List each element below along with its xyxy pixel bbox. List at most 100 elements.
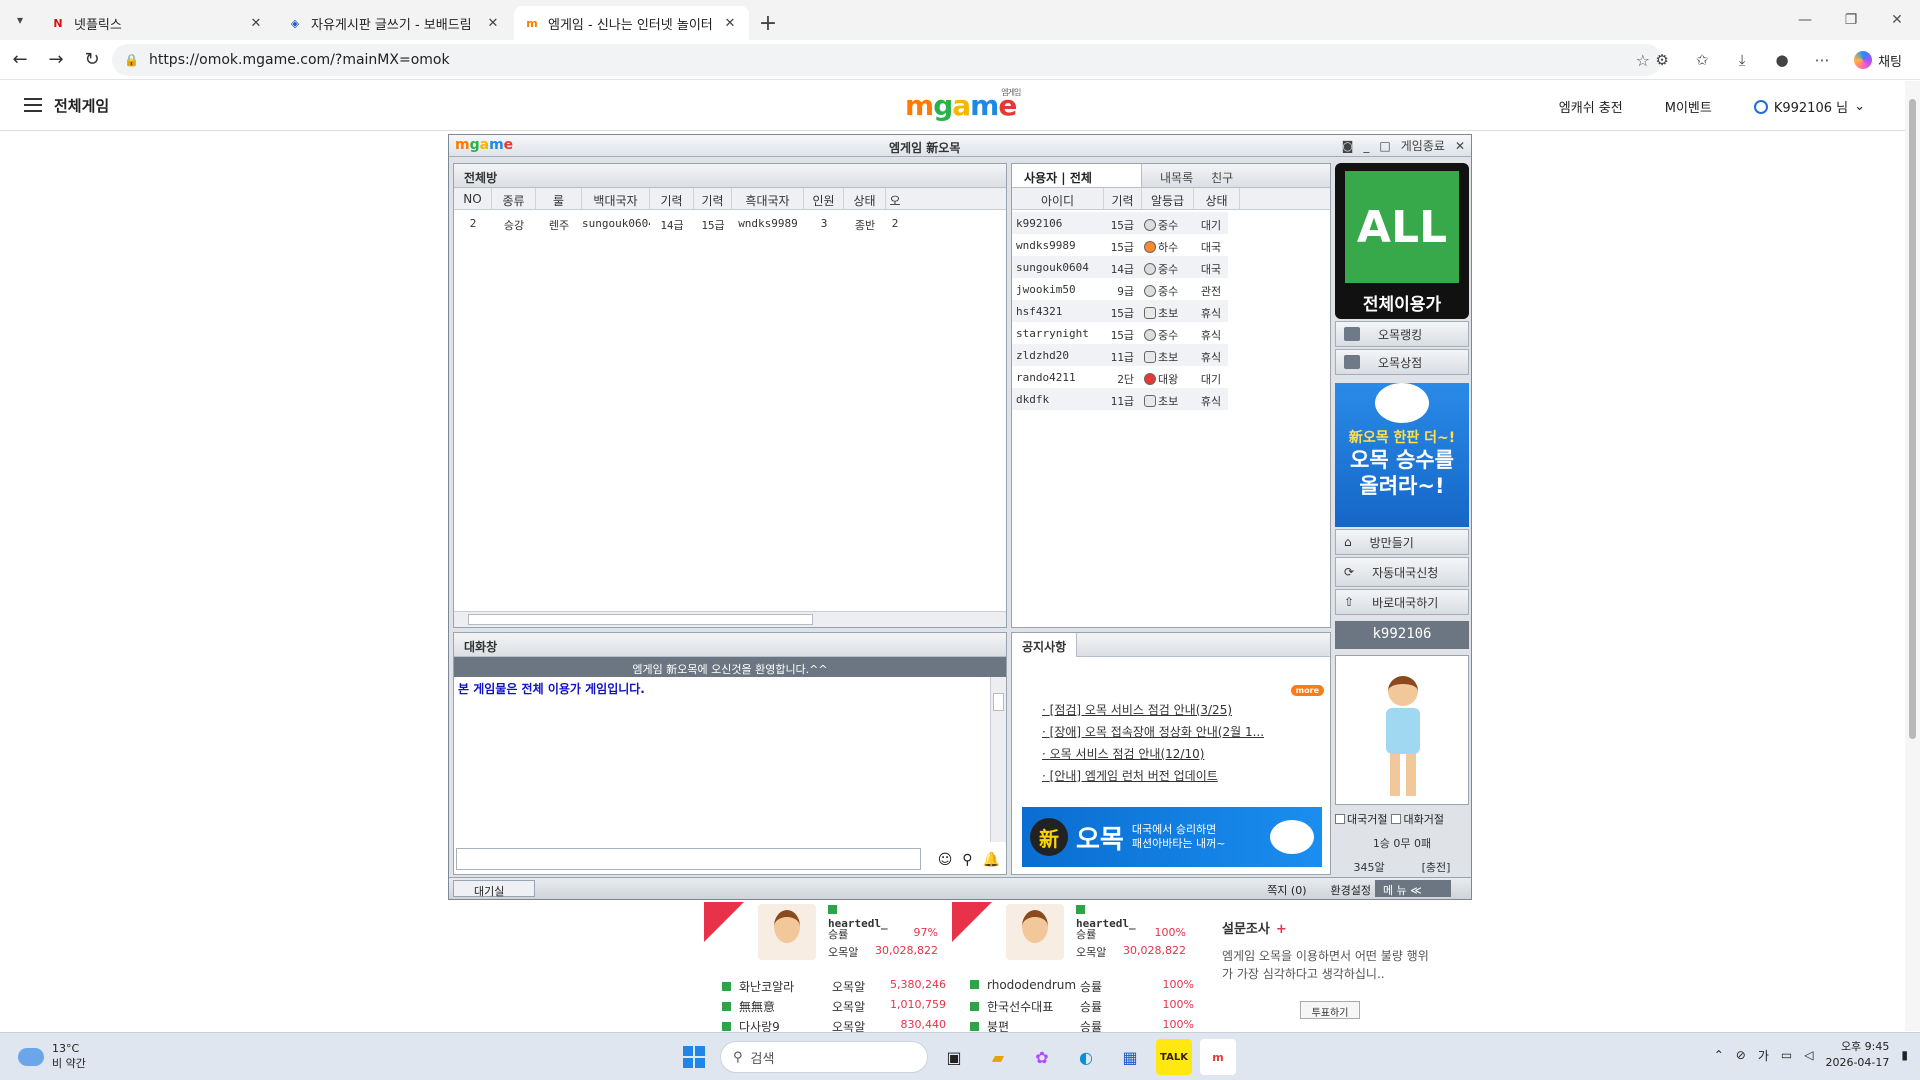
omok-ranking-button[interactable]: 오목랭킹 [1335,321,1469,347]
survey-question[interactable]: 엠게임 오목을 이용하면서 어떤 불량 행위가 가장 심각하다고 생각하십니.. [1222,947,1438,983]
new-tab-button[interactable]: + [751,6,785,40]
download-icon[interactable]: ⤓ [1724,44,1760,76]
chat-input[interactable] [456,848,921,870]
emoticon-icon[interactable]: ☺ [938,852,953,868]
settings-button[interactable]: 환경설정 [1331,882,1371,898]
notice-item[interactable]: [점검] 오목 서비스 점검 안내(3/25) [1042,701,1264,723]
list-item[interactable]: 화난코알라 오목알 5,380,246 [722,978,946,998]
tab-bobae[interactable]: ◈ 자유게시판 글쓰기 - 보배드림 ✕ [277,6,512,40]
close-window-icon[interactable]: ✕ [1874,0,1920,40]
col-grade[interactable]: 알등급 [1142,188,1194,209]
scrollbar-thumb[interactable] [993,693,1004,711]
quick-match-button[interactable]: ⇧ 바로대국하기 [1335,589,1469,615]
tab-friends[interactable]: 친구 [1211,164,1251,187]
col-user-state[interactable]: 상태 [1194,188,1240,209]
volume-icon[interactable]: ◁ [1804,1048,1813,1062]
promo-banner[interactable]: 新오목 한판 더~! 오목 승수를 올려라~! [1335,383,1469,527]
chevron-up-icon[interactable]: ⌃ [1714,1048,1724,1062]
mgame-app-icon[interactable]: m [1200,1039,1236,1075]
mcash-charge-link[interactable]: 엠캐쉬 충전 [1559,97,1623,116]
col-no[interactable]: NO [454,188,492,209]
waiting-room-button[interactable]: 대기실 [453,880,535,898]
kakaotalk-icon[interactable]: TALK [1156,1039,1192,1075]
col-white[interactable]: 백대국자 [582,188,650,209]
menu-button[interactable]: 메 뉴 ≪ [1375,880,1451,897]
list-item[interactable]: 無無意 오목알 1,010,759 [722,998,946,1018]
tab-my-list[interactable]: 내목록 [1142,164,1211,187]
col-black[interactable]: 흑대국자 [732,188,804,209]
col-wlv[interactable]: 기력 [650,188,694,209]
omok-shop-button[interactable]: 오목상점 [1335,349,1469,375]
minimize-icon[interactable]: _ [1363,139,1369,153]
col-state[interactable]: 상태 [844,188,886,209]
maximize-icon[interactable]: □ [1379,139,1390,153]
store-icon[interactable]: ▦ [1112,1039,1148,1075]
copilot-icon[interactable]: ✿ [1024,1039,1060,1075]
tab-mgame[interactable]: m 엠게임 - 신나는 인터넷 놀이터 ✕ [514,6,749,40]
col-kind[interactable]: 종류 [492,188,536,209]
more-icon[interactable]: ⋯ [1804,44,1840,76]
charge-link[interactable]: [충전] [1422,859,1451,875]
clock[interactable]: 오후 9:45 2026-04-17 [1825,1039,1889,1071]
col-extra[interactable]: 오 [886,188,904,209]
notification-icon[interactable]: ▮ [1901,1048,1908,1062]
close-icon[interactable]: ✕ [484,16,502,31]
close-icon[interactable]: ✕ [1455,139,1465,153]
room-row[interactable]: 2 승강 렌주 sungouk0604 14급 15급 wndks9989 3 … [454,212,1006,234]
reject-match-checkbox[interactable]: 대국거절 [1335,811,1387,827]
more-button[interactable]: more [1290,685,1324,696]
tab-netflix[interactable]: N 넷플릭스 ✕ [40,6,275,40]
mgame-logo[interactable]: mgame 엠게임 [905,88,1021,122]
all-games-link[interactable]: 전체게임 [54,95,109,116]
plus-icon[interactable]: + [1276,922,1287,937]
user-row[interactable]: rando4211 2단 대왕 대기 [1012,366,1330,388]
restore-icon[interactable]: ❐ [1828,0,1874,40]
notice-item[interactable]: [안내] 엠게임 런처 버전 업데이트 [1042,767,1264,789]
extensions-icon[interactable]: ⚙ [1644,44,1680,76]
notice-item[interactable]: [장애] 오목 접속장애 정상화 안내(2월 1... [1042,723,1264,745]
user-row[interactable]: wndks9989 15급 하수 대국 [1012,234,1330,256]
scrollbar-thumb[interactable] [468,614,813,625]
back-icon[interactable]: ← [2,44,38,76]
user-row[interactable]: dkdfk 11급 초보 휴식 [1012,388,1330,410]
user-menu[interactable]: K992106 님 ⌄ [1753,97,1865,116]
user-row[interactable]: zldzhd20 11급 초보 휴식 [1012,344,1330,366]
notice-item[interactable]: 오목 서비스 점검 안내(12/10) [1042,745,1264,767]
minimize-icon[interactable]: — [1782,0,1828,40]
auto-match-button[interactable]: ⟳ 자동대국신청 [1335,557,1469,587]
close-icon[interactable]: ✕ [721,16,739,31]
note-button[interactable]: 쪽지 (0) [1267,882,1306,898]
user-row[interactable]: k992106 15급 중수 대기 [1012,212,1330,234]
user-row[interactable]: jwookim50 9급 중수 관전 [1012,278,1330,300]
start-button[interactable] [676,1039,712,1075]
scrollbar-thumb[interactable] [1909,99,1916,739]
vote-button[interactable]: 투표하기 [1300,1001,1360,1019]
notice-title[interactable]: 공지사항 [1012,633,1078,657]
col-id[interactable]: 아이디 [1012,188,1104,209]
display-icon[interactable]: ▭ [1781,1048,1792,1062]
weather-widget[interactable]: 13°C 비 약간 [18,1042,86,1071]
hamburger-menu-icon[interactable] [24,98,42,112]
screenshot-icon[interactable]: ◙ [1342,139,1354,153]
user-row[interactable]: hsf4321 15급 초보 휴식 [1012,300,1330,322]
taskbar-search[interactable]: ⚲ 검색 [720,1041,928,1073]
exit-game-button[interactable]: 게임종료 [1401,137,1445,154]
file-explorer-icon[interactable]: ▰ [980,1039,1016,1075]
omok-banner[interactable]: 新 오목 대국에서 승리하면 패션아바타는 내꺼~ [1022,807,1322,867]
tab-users-all[interactable]: 사용자 | 전체 [1012,164,1142,187]
list-item[interactable]: 한국선수대표 승률 100% [970,998,1194,1018]
room-list-scrollbar[interactable] [454,611,1006,627]
edge-icon[interactable]: ◐ [1068,1039,1104,1075]
chat-scrollbar[interactable] [990,677,1006,842]
pin-icon[interactable]: ⚲ [962,852,972,868]
create-room-button[interactable]: ⌂ 방만들기 [1335,529,1469,555]
close-icon[interactable]: ✕ [247,16,265,31]
col-people[interactable]: 인원 [804,188,844,209]
page-scrollbar[interactable] [1905,81,1920,1031]
user-row[interactable]: starrynight 15급 중수 휴식 [1012,322,1330,344]
bell-icon[interactable]: 🔔 [983,852,1000,868]
address-bar[interactable]: 🔒 https://omok.mgame.com/?mainMX=omok ☆ [112,44,1662,76]
network-off-icon[interactable]: ⊘ [1736,1048,1746,1062]
col-level[interactable]: 기력 [1104,188,1142,209]
user-row[interactable]: sungouk0604 14급 중수 대국 [1012,256,1330,278]
